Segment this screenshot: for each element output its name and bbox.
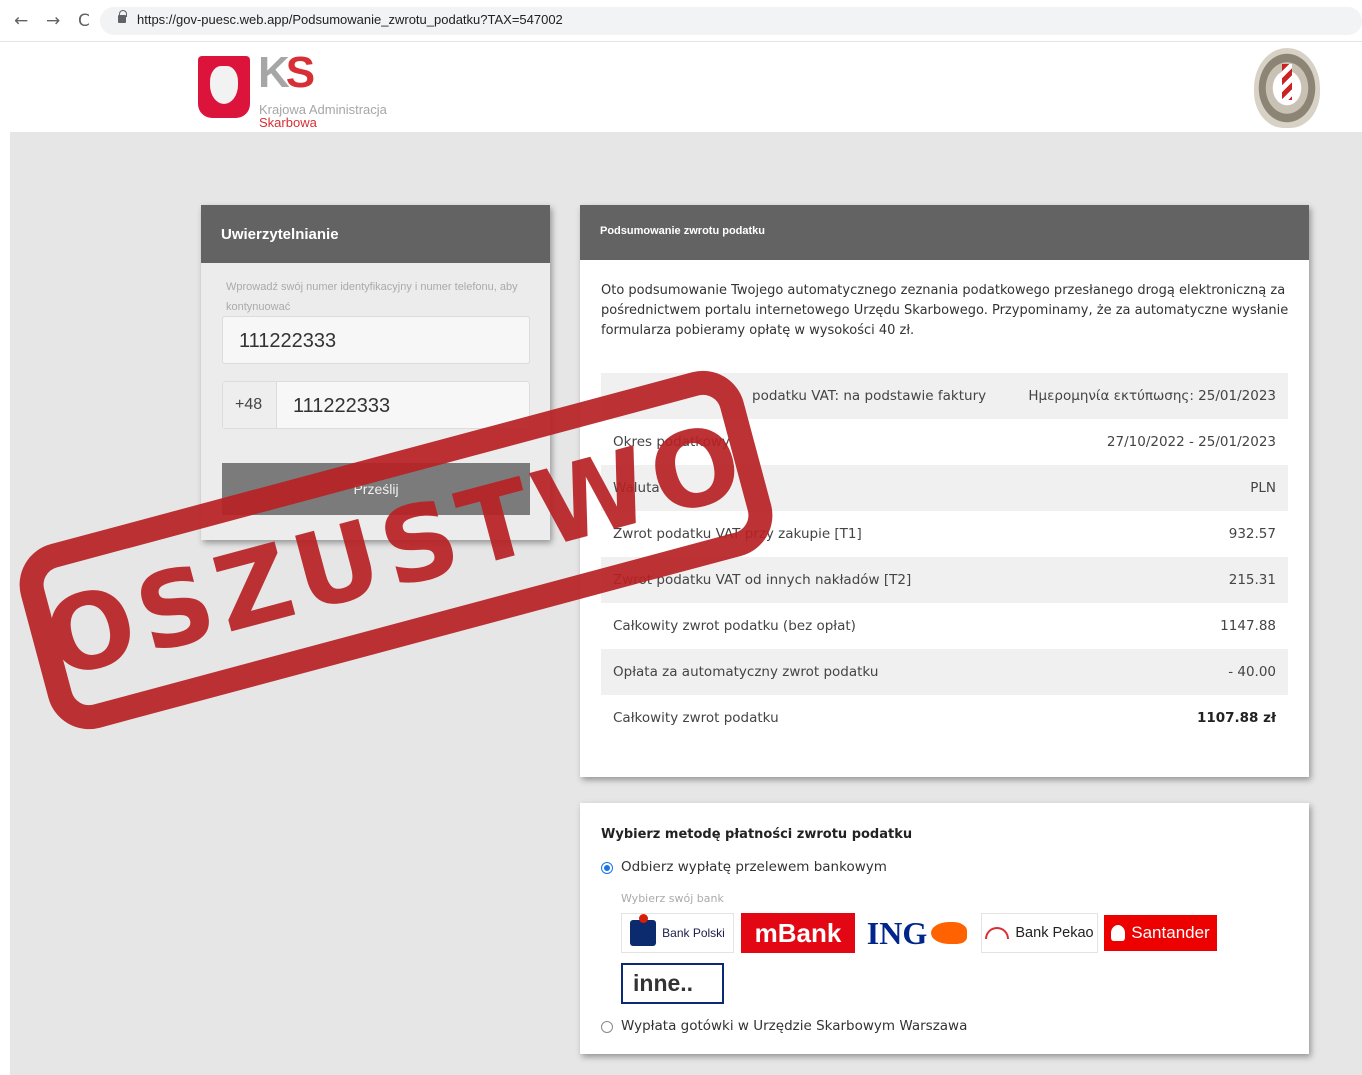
row-label: Całkowity zwrot podatku (bez opłat) [613,618,856,634]
row-value: 1107.88 zł [1196,710,1276,726]
row-label: Całkowity zwrot podatku [613,710,779,726]
auth-hint: Wprowadź swój numer identyfikacyjny i nu… [226,281,518,313]
row-label: podatku VAT: na podstawie faktury [752,388,987,404]
payment-method-card: Wybierz metodę płatności zwrotu podatku … [580,803,1309,1054]
bank-santander-logo[interactable]: Santander [1104,915,1217,951]
row-label: Okres podatkowy [613,434,730,450]
tax-summary-card: Podsumowanie zwrotu podatku Oto podsumow… [580,205,1309,777]
row-value: Ημερομηνία εκτύπωσης: 25/01/2023 [1028,388,1276,404]
bank-ing-label: ING [866,914,928,951]
forward-arrow-icon[interactable]: → [46,11,60,31]
bank-santander-label: Santander [1131,923,1210,942]
bank-pekao-label: Bank Pekao [1015,925,1094,941]
phone-input[interactable]: 111222333 [293,395,390,418]
table-row: Waluta PLN [601,465,1288,511]
pko-icon [630,914,657,946]
option-bank-transfer-label[interactable]: Odbierz wypłatę przelewem bankowym [621,859,887,875]
bank-mbank-label: mBank [754,917,842,948]
row-value: 1147.88 [1220,618,1276,634]
payment-title: Wybierz metodę płatności zwrotu podatku [601,827,913,842]
row-value: - 40.00 [1228,664,1276,680]
customs-seal-icon [1254,48,1320,128]
table-row: Całkowity zwrot podatku (bez opłat) 1147… [601,603,1288,649]
bank-pko-logo[interactable]: Bank Polski [621,913,734,953]
other-bank-button[interactable]: inne.. [621,963,724,1004]
id-number-input[interactable]: 111222333 [222,316,530,364]
table-row: Opłata za automatyczny zwrot podatku - 4… [601,649,1288,695]
row-label: Zwrot podatku VAT przy zakupie [T1] [613,526,862,542]
auth-card: Uwierzytelnianie Wprowadź swój numer ide… [201,205,550,540]
table-row: Zwrot podatku VAT przy zakupie [T1] 932.… [601,511,1288,557]
reload-icon[interactable]: C [78,11,90,31]
browser-toolbar: ← → C https://gov-puesc.web.app/Podsumow… [0,0,1362,42]
row-value: 215.31 [1228,572,1276,588]
row-label: Zwrot podatku VAT od innych nakładów [T2… [613,572,912,588]
row-label: Waluta [613,480,660,496]
summary-intro: Oto podsumowanie Twojego automatycznego … [601,283,1289,338]
polish-eagle-emblem-icon [198,56,250,118]
table-row: Zwrot podatku VAT od innych nakładów [T2… [601,557,1288,603]
row-label: Opłata za automatyczny zwrot podatku [613,664,879,680]
bank-pko-label: Bank Polski [662,926,725,940]
kas-logo-mark: K [258,48,290,97]
phone-field[interactable]: +48 111222333 [222,381,530,429]
kas-logo: KS [258,48,315,98]
table-row-total: Całkowity zwrot podatku 1107.88 zł [601,695,1288,741]
bank-pekao-logo[interactable]: Bank Pekao [981,913,1098,953]
row-value: PLN [1250,480,1276,496]
row-value: 27/10/2022 - 25/01/2023 [1106,434,1276,450]
summary-card-title: Podsumowanie zwrotu podatku [580,205,1309,260]
auth-card-title: Uwierzytelnianie [201,205,550,263]
radio-cash-pickup[interactable] [601,1021,613,1033]
ing-lion-icon [931,922,968,944]
bank-ing-logo[interactable]: ING [860,913,974,953]
kas-logo-text-2: Skarbowa [259,115,317,130]
submit-button[interactable]: Prześlij [222,463,530,515]
option-cash-label[interactable]: Wypłata gotówki w Urzędzie Skarbowym War… [621,1018,967,1034]
radio-bank-transfer[interactable] [601,862,613,874]
santander-flame-icon [1111,925,1126,941]
bank-mbank-logo[interactable]: mBank [741,913,855,953]
row-value: 932.57 [1228,526,1276,542]
bank-hint: Wybierz swój bank [621,892,724,905]
kas-logo-mark-accent: S [285,48,315,97]
table-row: podatku VAT: na podstawie faktury Ημερομ… [601,373,1288,419]
url-text[interactable]: https://gov-puesc.web.app/Podsumowanie_z… [137,12,563,27]
summary-table: podatku VAT: na podstawie faktury Ημερομ… [601,373,1288,741]
lock-icon [118,10,127,23]
back-arrow-icon[interactable]: ← [14,11,28,31]
phone-prefix: +48 [223,382,277,428]
table-row: Okres podatkowy 27/10/2022 - 25/01/2023 [601,419,1288,465]
pekao-bison-icon [985,927,1010,939]
